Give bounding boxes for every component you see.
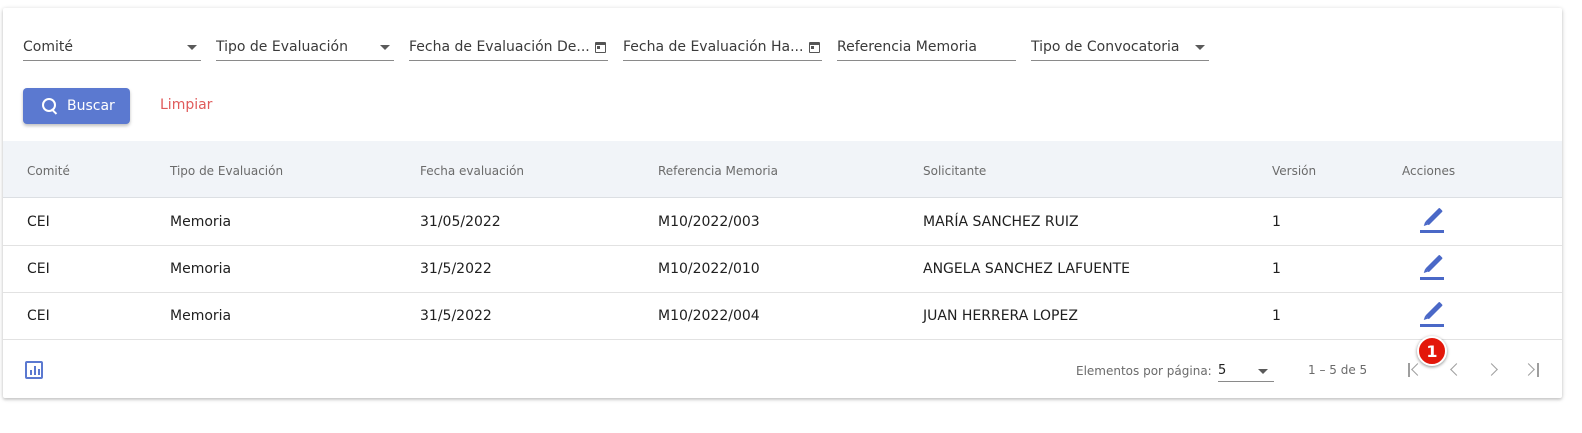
header-acciones: Acciones [1402,164,1456,178]
cell-tipo-evaluacion: Memoria [170,214,232,230]
last-page-icon[interactable] [1521,358,1545,382]
buscar-button-label: Buscar [67,98,115,114]
header-comite[interactable]: Comité [27,164,70,178]
chevron-down-icon [1195,44,1205,50]
fecha-hasta-input[interactable]: Fecha de Evaluación Ha... [623,34,822,61]
range-label: 1 – 5 de 5 [1308,363,1368,377]
cell-version: 1 [1272,214,1281,230]
tipo-evaluacion-select[interactable]: Tipo de Evaluación [216,34,394,61]
cell-fecha-evaluacion: 31/5/2022 [420,308,492,324]
chevron-down-icon [1258,369,1268,374]
header-referencia-memoria[interactable]: Referencia Memoria [658,164,778,178]
chevron-left-icon[interactable] [1443,358,1467,382]
cell-tipo-evaluacion: Memoria [170,261,232,277]
header-fecha-evaluacion[interactable]: Fecha evaluación [420,164,524,178]
bar-chart-icon[interactable] [25,361,43,379]
comite-select[interactable]: Comité [23,34,201,61]
cell-fecha-evaluacion: 31/5/2022 [420,261,492,277]
cell-solicitante: ANGELA SANCHEZ LAFUENTE [923,261,1130,277]
tipo-convocatoria-select[interactable]: Tipo de Convocatoria [1031,34,1209,61]
cell-comite: CEI [27,261,50,277]
header-solicitante[interactable]: Solicitante [923,164,986,178]
per-page-select[interactable]: 5 [1218,360,1274,382]
per-page-label: Elementos por página: [1076,364,1212,378]
search-icon [42,98,58,114]
cell-referencia-memoria: M10/2022/010 [658,261,760,277]
table-row: CEI Memoria 31/05/2022 M10/2022/003 MARÍ… [3,199,1562,246]
edit-icon[interactable] [1420,301,1446,329]
cell-comite: CEI [27,308,50,324]
fecha-hasta-label: Fecha de Evaluación Ha... [623,39,804,55]
paginator: Elementos por página: 5 1 – 5 de 5 [3,342,1562,398]
header-version[interactable]: Versión [1272,164,1316,178]
chevron-down-icon [380,44,390,50]
cell-version: 1 [1272,308,1281,324]
cell-referencia-memoria: M10/2022/004 [658,308,760,324]
cell-referencia-memoria: M10/2022/003 [658,214,760,230]
cell-fecha-evaluacion: 31/05/2022 [420,214,501,230]
limpiar-button[interactable]: Limpiar [160,97,212,113]
cell-version: 1 [1272,261,1281,277]
header-tipo-evaluacion[interactable]: Tipo de Evaluación [170,164,283,178]
tipo-convocatoria-select-label: Tipo de Convocatoria [1031,39,1180,55]
cell-comite: CEI [27,214,50,230]
chevron-down-icon [187,44,197,50]
table-header: Comité Tipo de Evaluación Fecha evaluaci… [3,141,1562,198]
evaluaciones-card: Comité Tipo de Evaluación Fecha de Evalu… [3,8,1562,398]
calendar-icon[interactable] [809,41,820,53]
table-row: CEI Memoria 31/5/2022 M10/2022/004 JUAN … [3,293,1562,340]
edit-icon[interactable] [1420,207,1446,235]
fecha-desde-label: Fecha de Evaluación De... [409,39,590,55]
cell-tipo-evaluacion: Memoria [170,308,232,324]
referencia-memoria-label: Referencia Memoria [837,39,977,55]
chevron-right-icon[interactable] [1482,358,1506,382]
comite-select-label: Comité [23,39,73,55]
step-badge: 1 [1417,336,1447,366]
fecha-desde-input[interactable]: Fecha de Evaluación De... [409,34,608,61]
calendar-icon[interactable] [595,41,606,53]
tipo-evaluacion-select-label: Tipo de Evaluación [216,39,348,55]
buscar-button[interactable]: Buscar [23,88,130,124]
cell-solicitante: JUAN HERRERA LOPEZ [923,308,1078,324]
referencia-memoria-input[interactable]: Referencia Memoria [837,34,1016,61]
per-page-value: 5 [1218,363,1227,378]
cell-solicitante: MARÍA SANCHEZ RUIZ [923,214,1079,230]
table-row: CEI Memoria 31/5/2022 M10/2022/010 ANGEL… [3,246,1562,293]
edit-icon[interactable] [1420,254,1446,282]
